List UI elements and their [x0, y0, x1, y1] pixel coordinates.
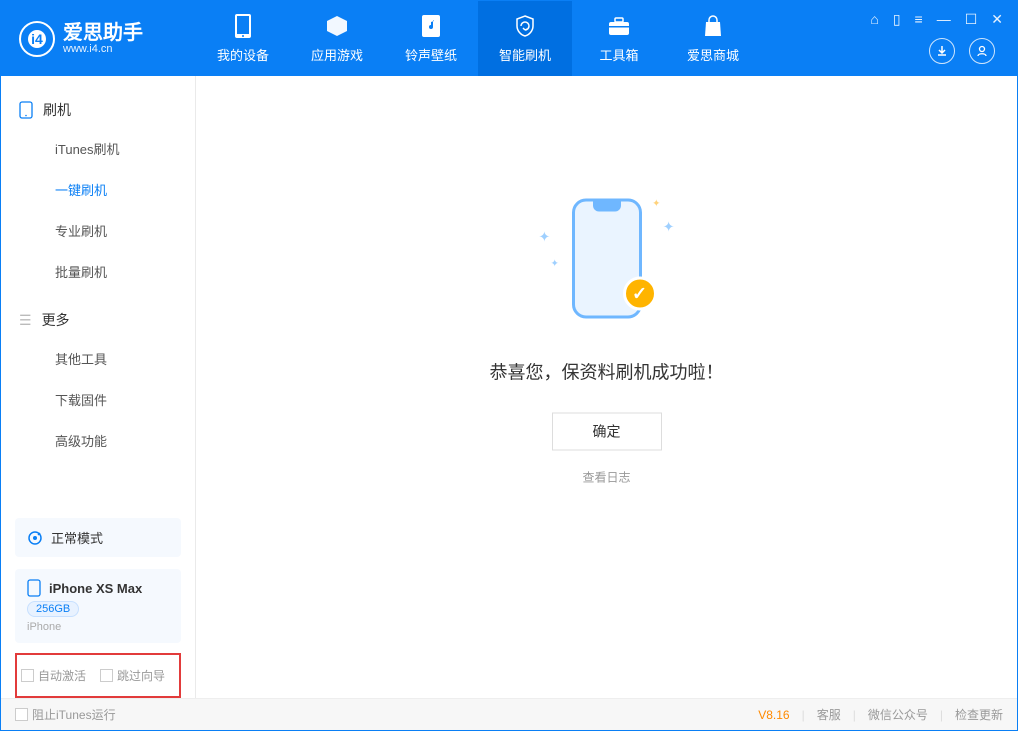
minimize-icon[interactable]: — [937, 11, 951, 28]
checkbox-skip-guide[interactable]: 跳过向导 [100, 667, 165, 684]
tshirt-icon[interactable]: ⌂ [870, 11, 878, 28]
user-icon[interactable] [969, 38, 995, 64]
device-info-card[interactable]: iPhone XS Max 256GB iPhone [15, 569, 181, 643]
checkbox-label: 跳过向导 [117, 667, 165, 684]
app-header: i4 爱思助手 www.i4.cn 我的设备 应用游戏 铃声壁纸 [1, 1, 1017, 76]
mobile-icon[interactable]: ▯ [893, 11, 901, 28]
mode-icon [27, 530, 43, 546]
nav-tabs: 我的设备 应用游戏 铃声壁纸 智能刷机 工具箱 [196, 1, 760, 76]
checkbox-label: 阻止iTunes运行 [32, 706, 116, 723]
tab-label: 铃声壁纸 [405, 45, 457, 64]
version-label: V8.16 [758, 708, 789, 722]
wechat-link[interactable]: 微信公众号 [868, 706, 928, 723]
success-message: 恭喜您，保资料刷机成功啦！ [490, 359, 724, 385]
checkbox-icon [15, 708, 28, 721]
tab-label: 我的设备 [217, 45, 269, 64]
sidebar-item-other-tools[interactable]: 其他工具 [1, 338, 195, 379]
brand-name: 爱思助手 [63, 23, 143, 43]
check-update-link[interactable]: 检查更新 [955, 706, 1003, 723]
header-actions [929, 38, 995, 64]
success-illustration: ✦ ✦ ✦ ✦ ✓ [527, 189, 687, 329]
tab-label: 智能刷机 [499, 45, 551, 64]
tab-store[interactable]: 爱思商城 [666, 1, 760, 76]
sidebar-item-one-click-flash[interactable]: 一键刷机 [1, 169, 195, 210]
device-capacity-badge: 256GB [27, 601, 79, 617]
status-bar: 阻止iTunes运行 V8.16 | 客服 | 微信公众号 | 检查更新 [1, 698, 1017, 730]
tab-label: 爱思商城 [687, 45, 739, 64]
menu-icon[interactable]: ≡ [915, 11, 923, 28]
device-mode-card[interactable]: 正常模式 [15, 518, 181, 557]
tab-apps[interactable]: 应用游戏 [290, 1, 384, 76]
sidebar-section-flash: 刷机 [1, 92, 195, 128]
music-icon [418, 13, 444, 39]
phone-outline-icon [19, 101, 33, 119]
section-label: 刷机 [43, 100, 71, 120]
device-icon [230, 13, 256, 39]
brand-url: www.i4.cn [63, 43, 143, 55]
refresh-shield-icon [512, 13, 538, 39]
checkbox-icon [21, 669, 34, 682]
sidebar-item-download-firmware[interactable]: 下载固件 [1, 379, 195, 420]
tab-label: 应用游戏 [311, 45, 363, 64]
phone-small-icon [27, 579, 41, 597]
list-icon: ☰ [19, 312, 32, 329]
tab-ringtones[interactable]: 铃声壁纸 [384, 1, 478, 76]
sidebar-section-more: ☰ 更多 [1, 302, 195, 338]
close-icon[interactable]: ✕ [991, 11, 1003, 28]
sidebar-item-advanced[interactable]: 高级功能 [1, 420, 195, 461]
bag-icon [700, 13, 726, 39]
sidebar-item-batch-flash[interactable]: 批量刷机 [1, 251, 195, 292]
sidebar-item-itunes-flash[interactable]: iTunes刷机 [1, 128, 195, 169]
tab-flash[interactable]: 智能刷机 [478, 1, 572, 76]
ok-button[interactable]: 确定 [552, 413, 662, 451]
main-content: ✦ ✦ ✦ ✦ ✓ 恭喜您，保资料刷机成功啦！ 确定 查看日志 [196, 76, 1017, 698]
check-badge-icon: ✓ [623, 277, 657, 311]
logo-icon: i4 [19, 21, 55, 57]
view-log-link[interactable]: 查看日志 [490, 469, 724, 486]
maximize-icon[interactable]: ☐ [965, 11, 978, 28]
sidebar: 刷机 iTunes刷机 一键刷机 专业刷机 批量刷机 ☰ 更多 其他工具 下载固… [1, 76, 196, 698]
download-icon[interactable] [929, 38, 955, 64]
checkbox-label: 自动激活 [38, 667, 86, 684]
support-link[interactable]: 客服 [817, 706, 841, 723]
checkbox-auto-activate[interactable]: 自动激活 [21, 667, 86, 684]
tab-my-device[interactable]: 我的设备 [196, 1, 290, 76]
device-mode-label: 正常模式 [51, 528, 103, 547]
sidebar-item-pro-flash[interactable]: 专业刷机 [1, 210, 195, 251]
checkbox-block-itunes[interactable]: 阻止iTunes运行 [15, 706, 116, 723]
tab-toolbox[interactable]: 工具箱 [572, 1, 666, 76]
bottom-options-highlighted: 自动激活 跳过向导 [15, 653, 181, 698]
section-label: 更多 [42, 310, 70, 330]
checkbox-icon [100, 669, 113, 682]
logo-area: i4 爱思助手 www.i4.cn [1, 21, 196, 57]
titlebar-controls: ⌂ ▯ ≡ — ☐ ✕ [870, 11, 1003, 28]
toolbox-icon [606, 13, 632, 39]
cube-icon [324, 13, 350, 39]
tab-label: 工具箱 [599, 45, 638, 64]
device-type: iPhone [27, 621, 169, 633]
device-name: iPhone XS Max [49, 581, 142, 596]
